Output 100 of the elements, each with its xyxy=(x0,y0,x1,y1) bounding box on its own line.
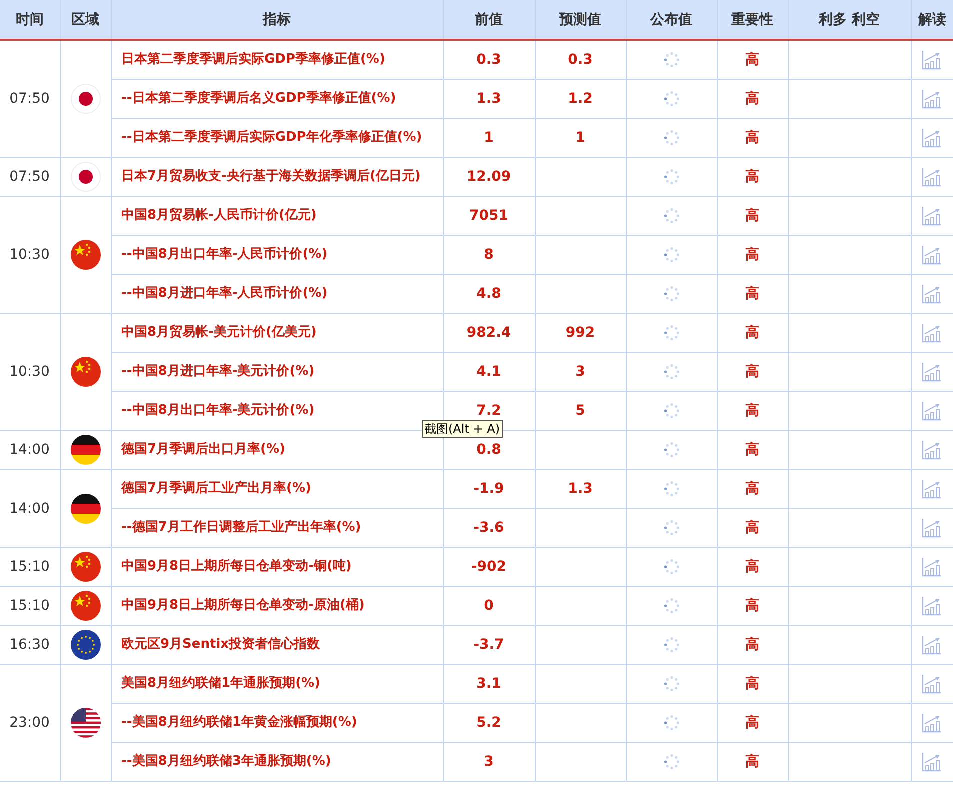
forecast-value-cell: 1.2 xyxy=(535,80,626,118)
time-cell: 15:10 xyxy=(0,586,60,626)
importance-cell: 高 xyxy=(717,704,788,742)
flag-icon xyxy=(70,240,100,270)
flag-icon xyxy=(70,494,100,524)
indicator-cell: 日本第二季度季调后实际GDP季率修正值(%) xyxy=(111,40,443,80)
importance-cell: 高 xyxy=(717,40,788,80)
chart-icon[interactable] xyxy=(922,323,942,343)
importance-cell: 高 xyxy=(717,80,788,118)
previous-value-cell: 1.3 xyxy=(443,80,535,118)
time-cell: 14:00 xyxy=(0,430,60,470)
column-header: 重要性 xyxy=(717,0,788,40)
chart-icon[interactable] xyxy=(922,206,942,226)
loading-icon xyxy=(664,637,680,653)
loading-icon xyxy=(664,52,680,68)
previous-value-cell: 4.8 xyxy=(443,274,535,314)
time-cell: 16:30 xyxy=(0,626,60,664)
importance-cell: 高 xyxy=(717,586,788,626)
loading-icon xyxy=(664,403,680,419)
flag-icon xyxy=(70,552,100,582)
loading-icon xyxy=(664,559,680,575)
importance-cell: 高 xyxy=(717,158,788,196)
previous-value-cell: -1.9 xyxy=(443,470,535,508)
chart-icon[interactable] xyxy=(922,128,942,148)
indicator-cell: 德国7月季调后工业产出月率(%) xyxy=(111,470,443,508)
previous-value-cell: 7051 xyxy=(443,196,535,236)
chart-icon[interactable] xyxy=(922,518,942,538)
chart-icon[interactable] xyxy=(922,167,942,187)
chart-icon[interactable] xyxy=(922,362,942,382)
time-cell: 15:10 xyxy=(0,548,60,586)
previous-value-cell: 0 xyxy=(443,586,535,626)
indicator-cell: 日本7月贸易收支-央行基于海关数据季调后(亿日元) xyxy=(111,158,443,196)
indicator-cell: 中国8月贸易帐-美元计价(亿美元) xyxy=(111,314,443,352)
forecast-value-cell: 992 xyxy=(535,314,626,352)
column-header: 预测值 xyxy=(535,0,626,40)
previous-value-cell: 982.4 xyxy=(443,314,535,352)
loading-icon xyxy=(664,754,680,770)
flag-icon xyxy=(70,84,100,114)
loading-icon xyxy=(664,676,680,692)
chart-icon[interactable] xyxy=(922,674,942,694)
indicator-cell: --美国8月纽约联储3年通胀预期(%) xyxy=(111,742,443,782)
loading-icon xyxy=(664,325,680,341)
chart-icon[interactable] xyxy=(922,401,942,421)
loading-icon xyxy=(664,598,680,614)
forecast-value-cell: 5 xyxy=(535,392,626,430)
previous-value-cell: 1 xyxy=(443,118,535,158)
indicator-cell: --日本第二季度季调后名义GDP季率修正值(%) xyxy=(111,80,443,118)
indicator-cell: --德国7月工作日调整后工业产出年率(%) xyxy=(111,508,443,548)
loading-icon xyxy=(664,130,680,146)
loading-icon xyxy=(664,91,680,107)
previous-value-cell: 5.2 xyxy=(443,704,535,742)
chart-icon[interactable] xyxy=(922,440,942,460)
previous-value-cell: -902 xyxy=(443,548,535,586)
loading-icon xyxy=(664,715,680,731)
previous-value-cell: 12.09 xyxy=(443,158,535,196)
chart-icon[interactable] xyxy=(922,50,942,70)
importance-cell: 高 xyxy=(717,508,788,548)
previous-value-cell: 8 xyxy=(443,236,535,274)
chart-icon[interactable] xyxy=(922,635,942,655)
time-cell: 10:30 xyxy=(0,196,60,314)
importance-cell: 高 xyxy=(717,664,788,704)
importance-cell: 高 xyxy=(717,352,788,392)
chart-icon[interactable] xyxy=(922,557,942,577)
indicator-cell: 欧元区9月Sentix投资者信心指数 xyxy=(111,626,443,664)
chart-icon[interactable] xyxy=(922,89,942,109)
loading-icon xyxy=(664,247,680,263)
importance-cell: 高 xyxy=(717,236,788,274)
indicator-cell: --日本第二季度季调后实际GDP年化季率修正值(%) xyxy=(111,118,443,158)
time-cell: 07:50 xyxy=(0,40,60,158)
flag-icon xyxy=(70,435,100,465)
chart-icon[interactable] xyxy=(922,284,942,304)
importance-cell: 高 xyxy=(717,742,788,782)
chart-icon[interactable] xyxy=(922,479,942,499)
column-header: 前值 xyxy=(443,0,535,40)
chart-icon[interactable] xyxy=(922,752,942,772)
indicator-cell: 中国9月8日上期所每日仓单变动-原油(桶) xyxy=(111,586,443,626)
column-header: 时间 xyxy=(0,0,60,40)
chart-icon[interactable] xyxy=(922,596,942,616)
flag-icon xyxy=(70,630,100,660)
loading-icon xyxy=(664,442,680,458)
previous-value-cell: 3.1 xyxy=(443,664,535,704)
loading-icon xyxy=(664,520,680,536)
indicator-cell: --美国8月纽约联储1年黄金涨幅预期(%) xyxy=(111,704,443,742)
column-header: 利多 利空 xyxy=(788,0,911,40)
flag-icon xyxy=(70,708,100,738)
time-cell: 10:30 xyxy=(0,314,60,430)
previous-value-cell: 0.3 xyxy=(443,40,535,80)
chart-icon[interactable] xyxy=(922,713,942,733)
column-header: 区域 xyxy=(60,0,111,40)
indicator-cell: --中国8月进口年率-人民币计价(%) xyxy=(111,274,443,314)
importance-cell: 高 xyxy=(717,470,788,508)
loading-icon xyxy=(664,481,680,497)
importance-cell: 高 xyxy=(717,626,788,664)
previous-value-cell: -3.6 xyxy=(443,508,535,548)
importance-cell: 高 xyxy=(717,118,788,158)
importance-cell: 高 xyxy=(717,196,788,236)
loading-icon xyxy=(664,286,680,302)
chart-icon[interactable] xyxy=(922,245,942,265)
time-cell: 07:50 xyxy=(0,158,60,196)
indicator-cell: 中国9月8日上期所每日仓单变动-铜(吨) xyxy=(111,548,443,586)
